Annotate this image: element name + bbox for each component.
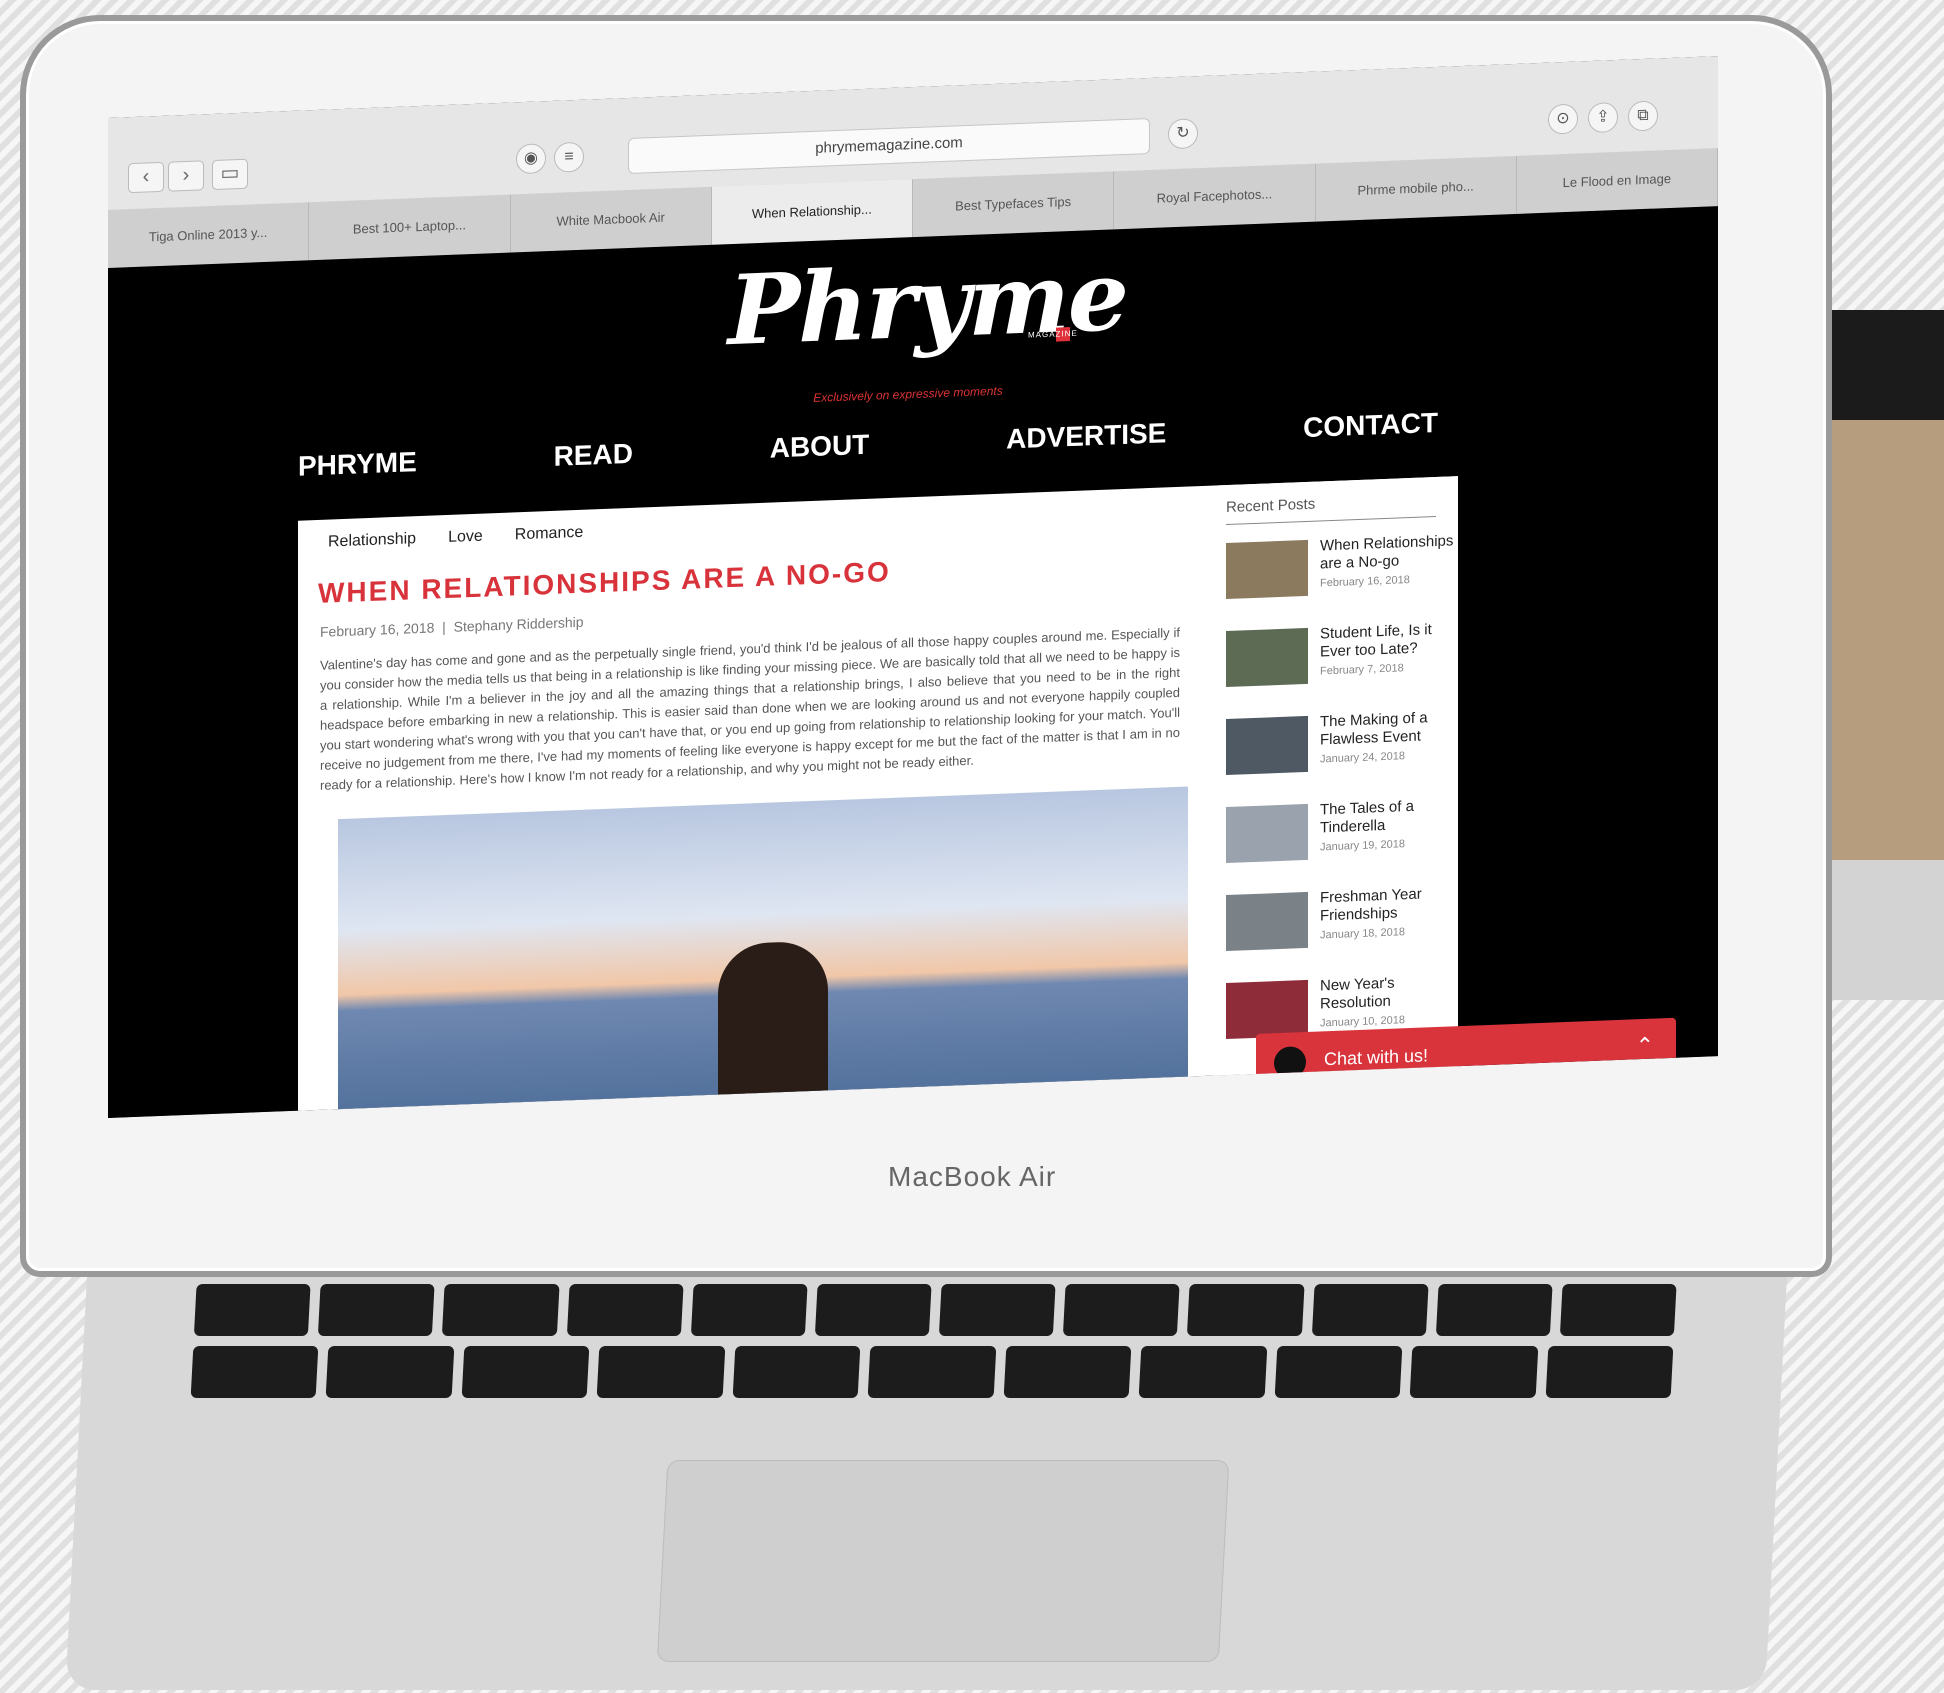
laptop-screen: ‹ › ▭ ◉ ≡ phrymemagazine.com ↻ ⊙ ⇪ ⧉ Tig…: [108, 56, 1718, 1119]
browser-tab-active[interactable]: When Relationship...: [711, 179, 913, 245]
recent-post[interactable]: When Relationships are a No-go February …: [1226, 530, 1456, 609]
recent-post-thumbnail[interactable]: [1226, 539, 1308, 600]
category-relationship[interactable]: Relationship: [328, 530, 416, 551]
content-area: Relationship Love Romance WHEN RELATIONS…: [298, 476, 1458, 1119]
recent-post-thumbnail[interactable]: [1226, 979, 1308, 1040]
chevron-up-icon[interactable]: ⌃: [1636, 1033, 1654, 1060]
forward-arrow-icon[interactable]: ›: [168, 160, 204, 192]
nav-phryme[interactable]: PHRYME: [298, 446, 417, 483]
nav-advertise[interactable]: ADVERTISE: [1006, 417, 1166, 455]
recent-post-date: January 10, 2018: [1320, 1014, 1406, 1030]
website: Phryme MAGAZINE Exclusively on expressiv…: [108, 206, 1718, 1119]
post-categories: Relationship Love Romance: [328, 524, 583, 552]
recent-post-date: January 19, 2018: [1320, 838, 1406, 854]
nav-about[interactable]: ABOUT: [770, 429, 870, 465]
share-icon[interactable]: ⇪: [1588, 101, 1618, 134]
site-tagline: Exclusively on expressive moments: [813, 383, 1003, 405]
device-brand: MacBook Air: [888, 1161, 1057, 1192]
post-title: WHEN RELATIONSHIPS ARE A NO-GO: [318, 555, 891, 609]
browser-tab[interactable]: Best Typefaces Tips: [913, 171, 1115, 238]
recent-post-title[interactable]: Student Life, Is it Ever too Late?: [1320, 620, 1456, 661]
reload-icon[interactable]: ↻: [1168, 118, 1198, 150]
main-nav: PHRYME READ ABOUT ADVERTISE CONTACT: [298, 407, 1438, 483]
post-meta: February 16, 2018 | Stephany Riddership: [320, 614, 584, 640]
browser-tab[interactable]: Le Flood en Image: [1516, 148, 1718, 214]
post-author[interactable]: Stephany Riddership: [454, 614, 584, 635]
recent-post-thumbnail[interactable]: [1226, 627, 1308, 688]
download-icon[interactable]: ⊙: [1548, 103, 1578, 135]
recent-post-thumbnail[interactable]: [1226, 803, 1308, 864]
recent-post-title[interactable]: New Year's Resolution: [1320, 972, 1456, 1013]
recent-post[interactable]: The Making of a Flawless Event January 2…: [1226, 706, 1456, 785]
category-love[interactable]: Love: [448, 528, 483, 547]
recent-post-title[interactable]: The Making of a Flawless Event: [1320, 708, 1456, 749]
sidebar: Recent Posts When Relationships are a No…: [1218, 476, 1458, 1086]
recent-post-date: January 24, 2018: [1320, 750, 1406, 766]
sidebar-title: Recent Posts: [1226, 490, 1436, 526]
chat-label[interactable]: Chat with us!: [1324, 1045, 1428, 1070]
post-body: Valentine's day has come and gone and as…: [320, 624, 1180, 793]
post-date: February 16, 2018: [320, 619, 435, 640]
browser-tab[interactable]: White Macbook Air: [510, 186, 712, 253]
recent-post[interactable]: Freshman Year Friendships January 18, 20…: [1226, 882, 1456, 961]
recent-post-title[interactable]: Freshman Year Friendships: [1320, 884, 1456, 925]
browser-tab[interactable]: Royal Facephotos...: [1114, 163, 1316, 230]
recent-post-date: February 7, 2018: [1320, 662, 1404, 678]
recent-post-date: January 18, 2018: [1320, 926, 1406, 942]
url-bar[interactable]: phrymemagazine.com: [628, 117, 1150, 175]
nav-contact[interactable]: CONTACT: [1303, 407, 1438, 444]
meta-divider: |: [438, 618, 454, 636]
browser-tab[interactable]: Tiga Online 2013 y...: [108, 202, 310, 268]
recent-post-title[interactable]: The Tales of a Tinderella: [1320, 796, 1456, 837]
recent-post-thumbnail[interactable]: [1226, 715, 1308, 776]
post-hero-image: [338, 786, 1188, 1119]
reader-icon[interactable]: ≡: [554, 141, 584, 173]
recent-post[interactable]: Student Life, Is it Ever too Late? Febru…: [1226, 618, 1456, 697]
recent-post[interactable]: The Tales of a Tinderella January 19, 20…: [1226, 794, 1456, 873]
tabs-icon[interactable]: ⧉: [1628, 100, 1658, 132]
recent-post-thumbnail[interactable]: [1226, 891, 1308, 952]
browser-tab[interactable]: Best 100+ Laptop...: [309, 194, 511, 261]
shield-icon[interactable]: ◉: [516, 143, 546, 175]
sidebar-icon[interactable]: ▭: [212, 158, 248, 191]
nav-read[interactable]: READ: [554, 438, 633, 473]
recent-post-date: February 16, 2018: [1320, 573, 1410, 590]
recent-post-title[interactable]: When Relationships are a No-go: [1320, 532, 1456, 573]
category-romance[interactable]: Romance: [515, 524, 583, 545]
site-logo[interactable]: Phryme: [728, 239, 1127, 367]
browser-tab[interactable]: Phrme mobile pho...: [1315, 155, 1517, 222]
logo-subtitle: MAGAZINE: [1028, 328, 1078, 340]
trackpad[interactable]: [656, 1460, 1230, 1662]
back-arrow-icon[interactable]: ‹: [128, 161, 164, 194]
